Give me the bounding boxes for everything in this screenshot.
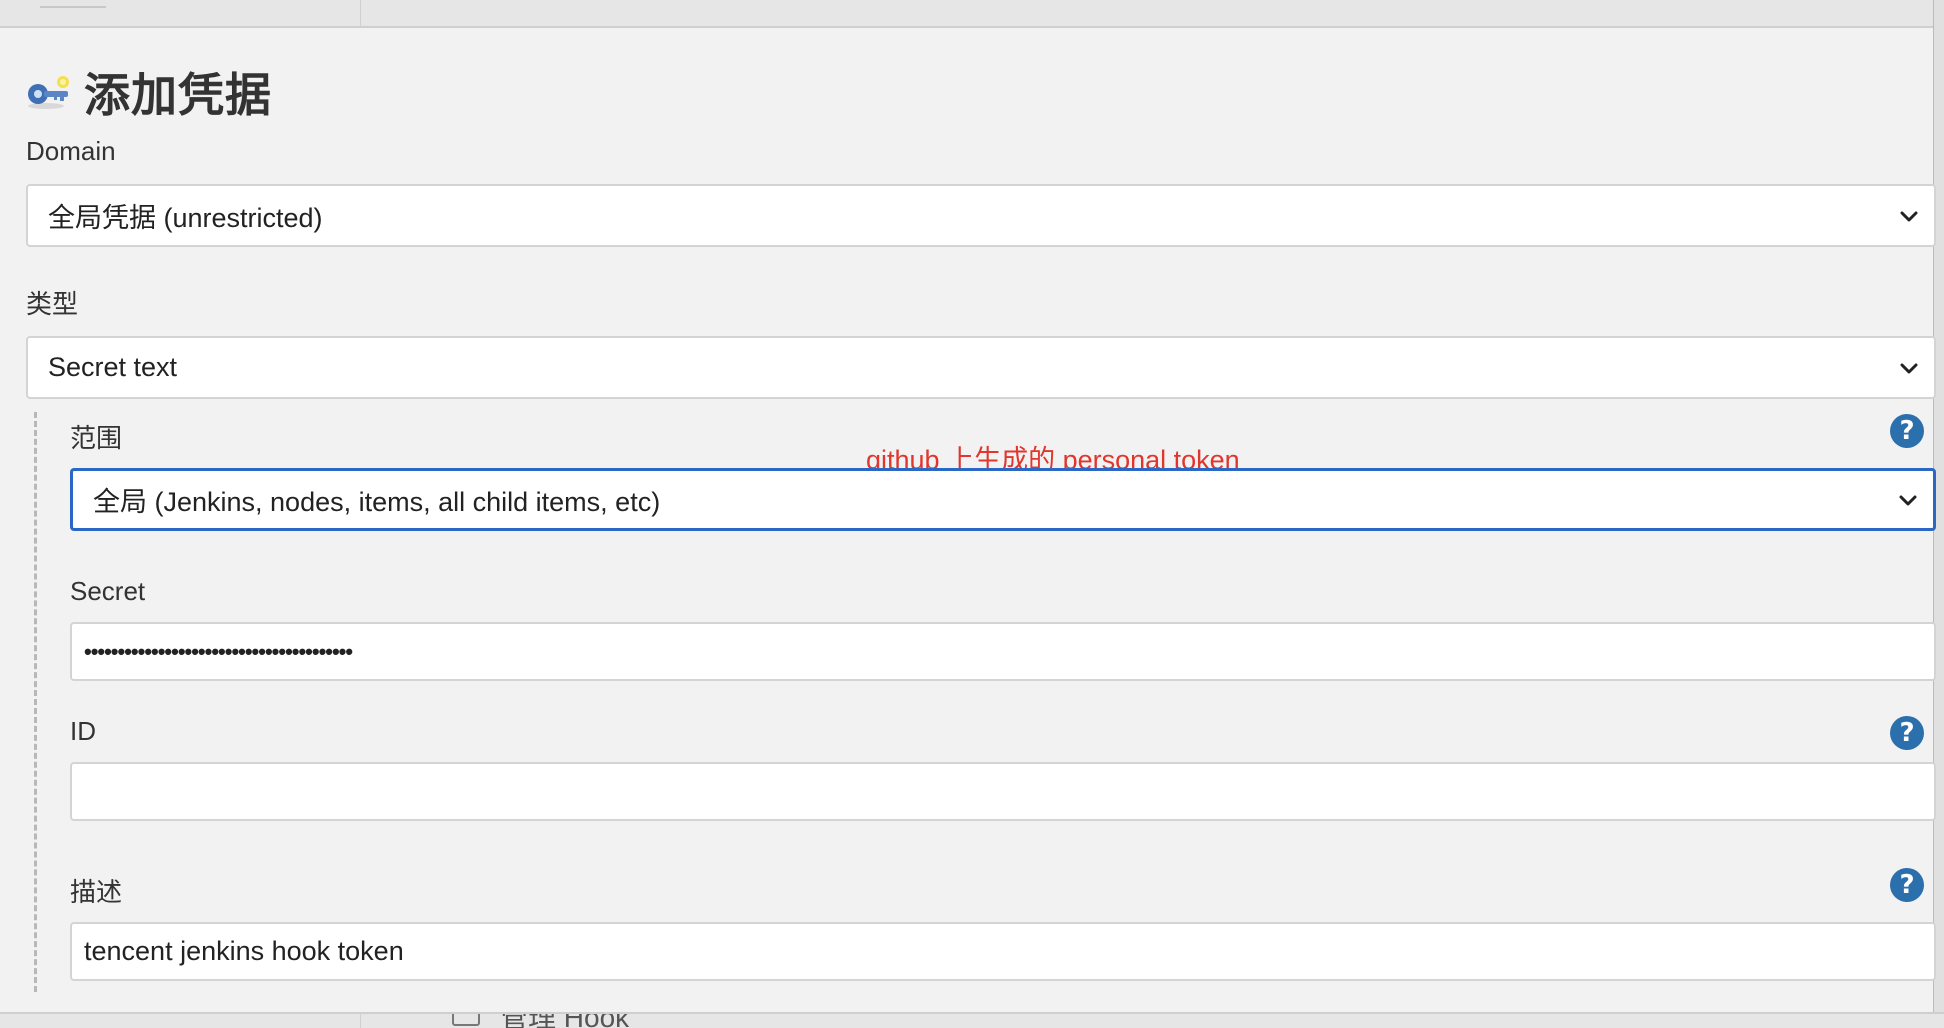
bottom-strip-divider <box>360 1014 361 1028</box>
top-strip-divider <box>360 0 361 26</box>
top-toolbar-strip <box>0 0 1944 28</box>
description-input[interactable]: tencent jenkins hook token <box>70 922 1936 981</box>
id-help-icon[interactable]: ? <box>1890 716 1924 750</box>
kind-select[interactable]: Secret text <box>26 336 1936 399</box>
description-input-value: tencent jenkins hook token <box>84 936 404 966</box>
scope-label: 范围 <box>70 423 123 453</box>
scope-help-icon[interactable]: ? <box>1890 414 1924 448</box>
secret-label: Secret <box>70 576 146 606</box>
secret-input[interactable]: •••••••••••••••••••••••••••••••••••••••• <box>70 622 1936 681</box>
domain-selected-value: 全局凭据 (unrestricted) <box>48 203 323 233</box>
scope-select[interactable]: 全局 (Jenkins, nodes, items, all child ite… <box>70 468 1936 531</box>
secret-masked-value: •••••••••••••••••••••••••••••••••••••••• <box>84 638 353 664</box>
scope-selected-value: 全局 (Jenkins, nodes, items, all child ite… <box>93 487 661 517</box>
id-input[interactable] <box>70 762 1936 821</box>
page-frame: 添加凭据 Domain 全局凭据 (unrestricted) 类型 Secre… <box>0 0 1944 1028</box>
id-label: ID <box>70 716 96 746</box>
description-help-icon[interactable]: ? <box>1890 868 1924 902</box>
page-title: 添加凭据 <box>84 69 272 121</box>
description-label: 描述 <box>70 877 123 907</box>
partial-hook-label: 管理 Hook <box>500 1012 630 1028</box>
chevron-down-icon <box>1899 495 1917 505</box>
key-icon <box>26 72 72 112</box>
kind-label: 类型 <box>26 289 79 319</box>
domain-label: Domain <box>26 136 116 166</box>
bottom-partial-strip: 管理 Hook <box>0 1012 1944 1028</box>
checkbox-icon[interactable] <box>452 1014 480 1026</box>
page-header: 添加凭据 <box>26 62 272 122</box>
chevron-down-icon <box>1900 211 1918 221</box>
chevron-down-icon <box>1900 363 1918 373</box>
top-strip-stub <box>40 0 106 8</box>
kind-selected-value: Secret text <box>48 352 178 382</box>
domain-select[interactable]: 全局凭据 (unrestricted) <box>26 184 1936 247</box>
